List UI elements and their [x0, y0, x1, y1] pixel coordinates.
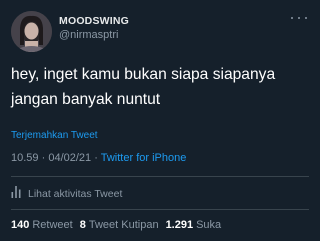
tweet-activity-button[interactable]: Lihat aktivitas Tweet	[11, 186, 122, 201]
more-options-icon[interactable]	[291, 13, 307, 23]
avatar[interactable]	[11, 11, 52, 52]
bar-chart-icon	[11, 186, 21, 201]
tweet-card: MOODSWING @nirmasptri hey, inget kamu bu…	[0, 0, 320, 241]
translate-tweet-link[interactable]: Terjemahkan Tweet	[11, 130, 98, 141]
tweet-time[interactable]: 10.59	[11, 152, 39, 164]
tweet-metadata: 10.59 · 04/02/21 · Twitter for iPhone	[11, 152, 186, 164]
user-handle[interactable]: @nirmasptri	[59, 29, 118, 41]
retweets-label[interactable]: Retweet	[32, 219, 72, 231]
tweet-text: hey, inget kamu bukan siapa siapanya jan…	[11, 62, 311, 112]
tweet-source-link[interactable]: Twitter for iPhone	[101, 152, 187, 164]
likes-label[interactable]: Suka	[196, 219, 221, 231]
quotes-label[interactable]: Tweet Kutipan	[89, 219, 159, 231]
divider	[11, 209, 309, 210]
tweet-activity-label: Lihat aktivitas Tweet	[28, 187, 123, 200]
tweet-date[interactable]: 04/02/21	[48, 152, 91, 164]
tweet-text-line-1: hey, inget kamu bukan siapa siapanya	[11, 66, 276, 83]
tweet-text-line-2: jangan banyak nuntut	[11, 91, 161, 108]
quotes-count[interactable]: 8	[80, 219, 86, 231]
divider	[11, 176, 309, 177]
retweets-count[interactable]: 140	[11, 219, 29, 231]
engagement-stats: 140 Retweet 8 Tweet Kutipan 1.291 Suka	[11, 219, 228, 231]
display-name[interactable]: MOODSWING	[59, 15, 129, 27]
likes-count[interactable]: 1.291	[166, 219, 194, 231]
